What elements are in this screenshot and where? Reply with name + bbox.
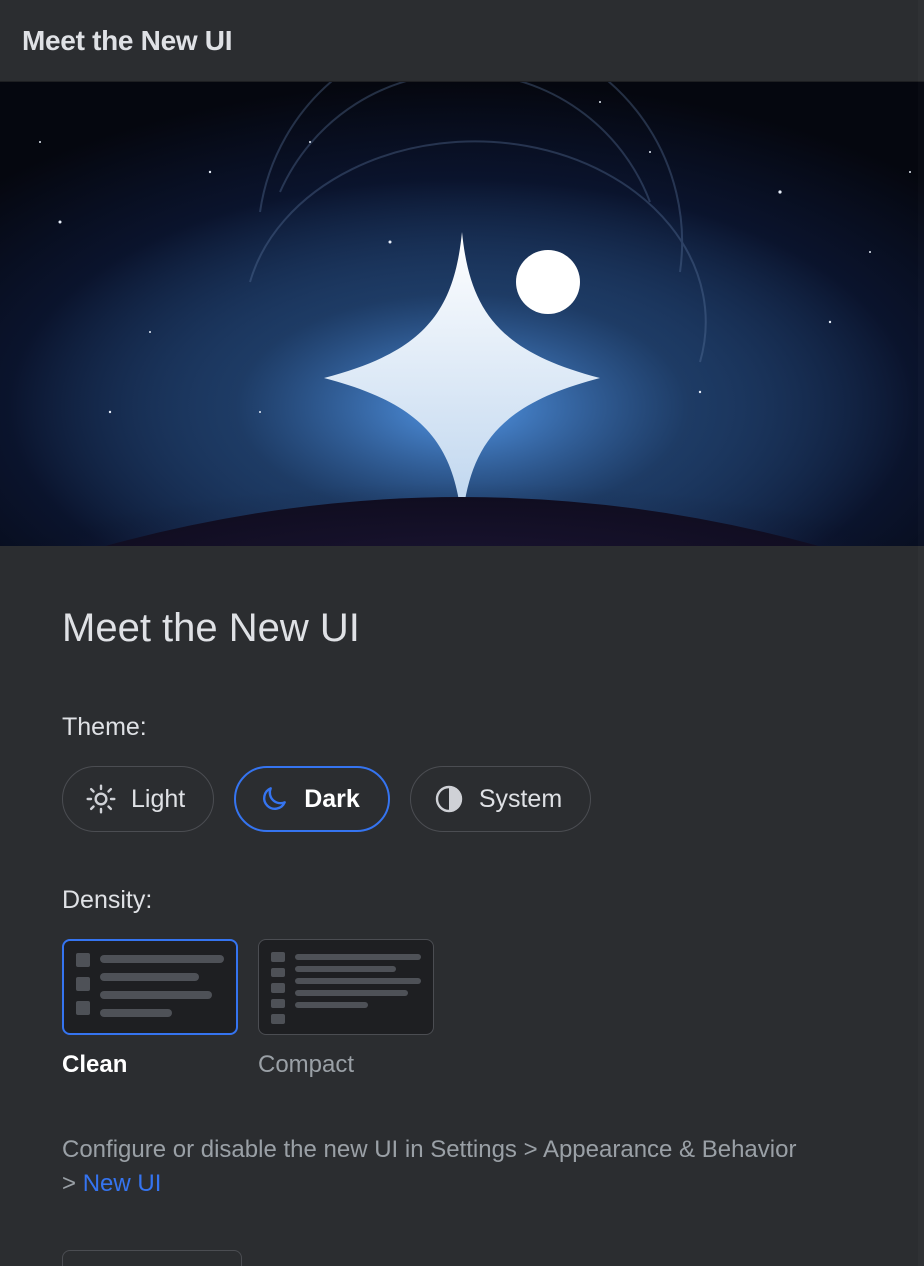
density-clean-label: Clean bbox=[62, 1051, 238, 1079]
theme-dark-label: Dark bbox=[304, 785, 360, 814]
theme-system-button[interactable]: System bbox=[410, 766, 591, 832]
theme-options: Light Dark System bbox=[62, 766, 862, 832]
helper-prefix: Configure or disable the new UI in Setti… bbox=[62, 1136, 796, 1197]
density-clean-tile[interactable] bbox=[62, 939, 238, 1035]
theme-light-button[interactable]: Light bbox=[62, 766, 214, 832]
contrast-icon bbox=[433, 783, 465, 815]
moon-icon bbox=[258, 783, 290, 815]
hero-illustration bbox=[0, 82, 924, 546]
helper-text: Configure or disable the new UI in Setti… bbox=[62, 1133, 802, 1200]
density-clean-card: Clean bbox=[62, 939, 238, 1079]
header-title: Meet the New UI bbox=[22, 25, 232, 57]
density-options: Clean Compact bbox=[62, 939, 862, 1079]
density-label: Density: bbox=[62, 886, 862, 915]
density-compact-tile[interactable] bbox=[258, 939, 434, 1035]
finish-setup-button[interactable]: Finish Setup bbox=[62, 1250, 242, 1266]
theme-dark-button[interactable]: Dark bbox=[234, 766, 390, 832]
theme-light-label: Light bbox=[131, 785, 185, 814]
header-bar: Meet the New UI bbox=[0, 0, 924, 82]
moon-icon bbox=[516, 250, 580, 314]
scrollbar[interactable] bbox=[918, 0, 924, 1266]
theme-label: Theme: bbox=[62, 713, 862, 742]
density-compact-label: Compact bbox=[258, 1051, 434, 1079]
theme-system-label: System bbox=[479, 785, 562, 814]
new-ui-link[interactable]: New UI bbox=[83, 1170, 162, 1197]
sun-icon bbox=[85, 783, 117, 815]
main-title: Meet the New UI bbox=[62, 606, 862, 651]
density-compact-card: Compact bbox=[258, 939, 434, 1079]
